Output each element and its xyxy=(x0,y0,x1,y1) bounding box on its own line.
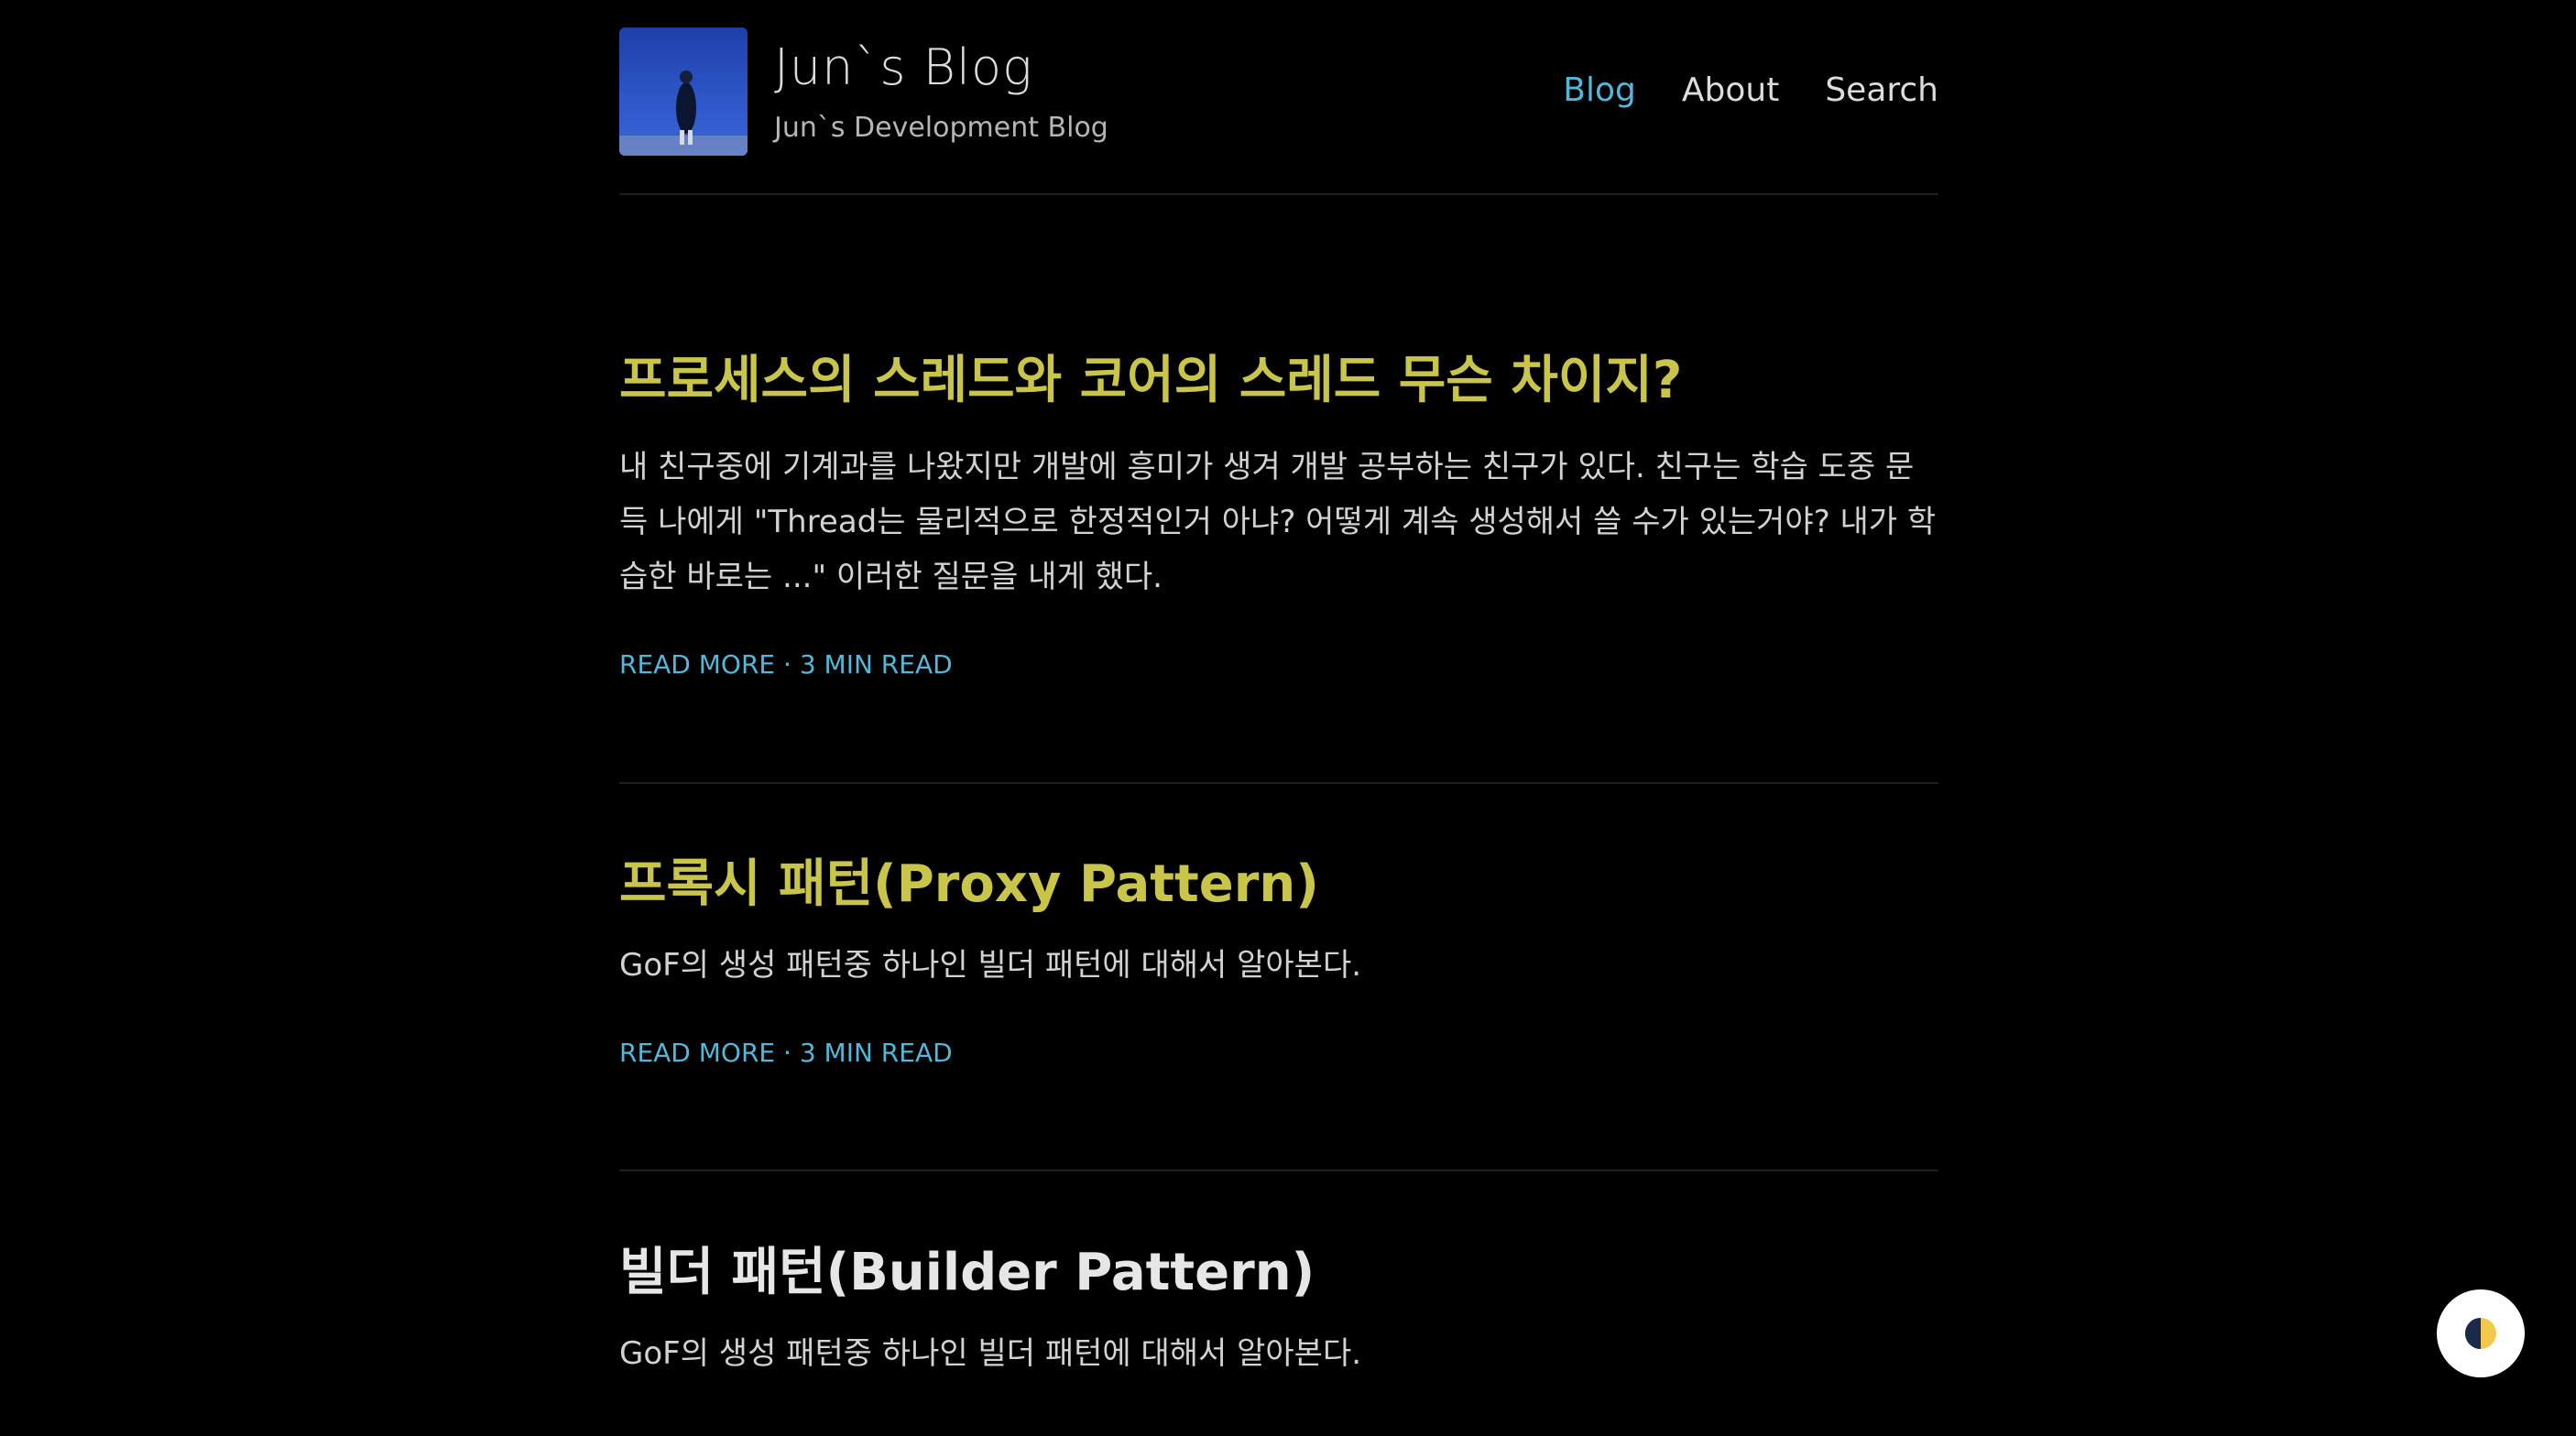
theme-toggle-button[interactable] xyxy=(2437,1289,2525,1377)
read-more-link[interactable]: READ MORE xyxy=(619,649,775,680)
post-excerpt: 내 친구중에 기계과를 나왔지만 개발에 흥미가 생겨 개발 공부하는 친구가 … xyxy=(619,449,1937,595)
half-moon-icon xyxy=(2465,1318,2496,1349)
meta-separator: · xyxy=(783,649,791,680)
meta-separator: · xyxy=(783,1038,791,1068)
read-time: 3 MIN READ xyxy=(799,1038,953,1068)
post-meta: READ MORE · 3 MIN READ xyxy=(619,1035,1938,1072)
post-meta: READ MORE · 3 MIN READ xyxy=(619,647,1938,683)
site-header: Jun`s Blog Jun`s Development Blog Blog A… xyxy=(619,0,1938,195)
page-container: Jun`s Blog Jun`s Development Blog Blog A… xyxy=(619,0,1938,1372)
post-divider xyxy=(619,1169,1938,1171)
read-more-link[interactable]: READ MORE xyxy=(619,1038,775,1068)
post-title-link[interactable]: 프로세스의 스레드와 코어의 스레드 무슨 차이지? xyxy=(619,348,1938,414)
main-nav: Blog About Search xyxy=(1563,68,1938,114)
nav-about-link[interactable]: About xyxy=(1682,68,1779,114)
avatar[interactable] xyxy=(619,27,748,156)
post-title-link[interactable]: 프록시 패턴(Proxy Pattern) xyxy=(619,852,1938,918)
site-subtitle: Jun`s Development Blog xyxy=(774,112,1108,144)
post-preview: 빌더 패턴(Builder Pattern) GoF의 생성 패턴중 하나인 빌… xyxy=(619,1240,1938,1381)
avatar-photo xyxy=(619,71,748,156)
post-excerpt: GoF의 생성 패턴중 하나인 빌더 패턴에 대해서 알아본다. xyxy=(619,1335,1362,1372)
nav-blog-link[interactable]: Blog xyxy=(1563,68,1636,114)
site-title[interactable]: Jun`s Blog xyxy=(774,38,1032,97)
nav-search-link[interactable]: Search xyxy=(1825,68,1938,114)
post-excerpt: GoF의 생성 패턴중 하나인 빌더 패턴에 대해서 알아본다. xyxy=(619,947,1362,984)
post-preview: 프록시 패턴(Proxy Pattern) GoF의 생성 패턴중 하나인 빌더… xyxy=(619,852,1938,1072)
post-title-link[interactable]: 빌더 패턴(Builder Pattern) xyxy=(619,1240,1938,1306)
post-preview: 프로세스의 스레드와 코어의 스레드 무슨 차이지? 내 친구중에 기계과를 나… xyxy=(619,348,1938,683)
read-time: 3 MIN READ xyxy=(799,649,953,680)
post-divider xyxy=(619,782,1938,784)
